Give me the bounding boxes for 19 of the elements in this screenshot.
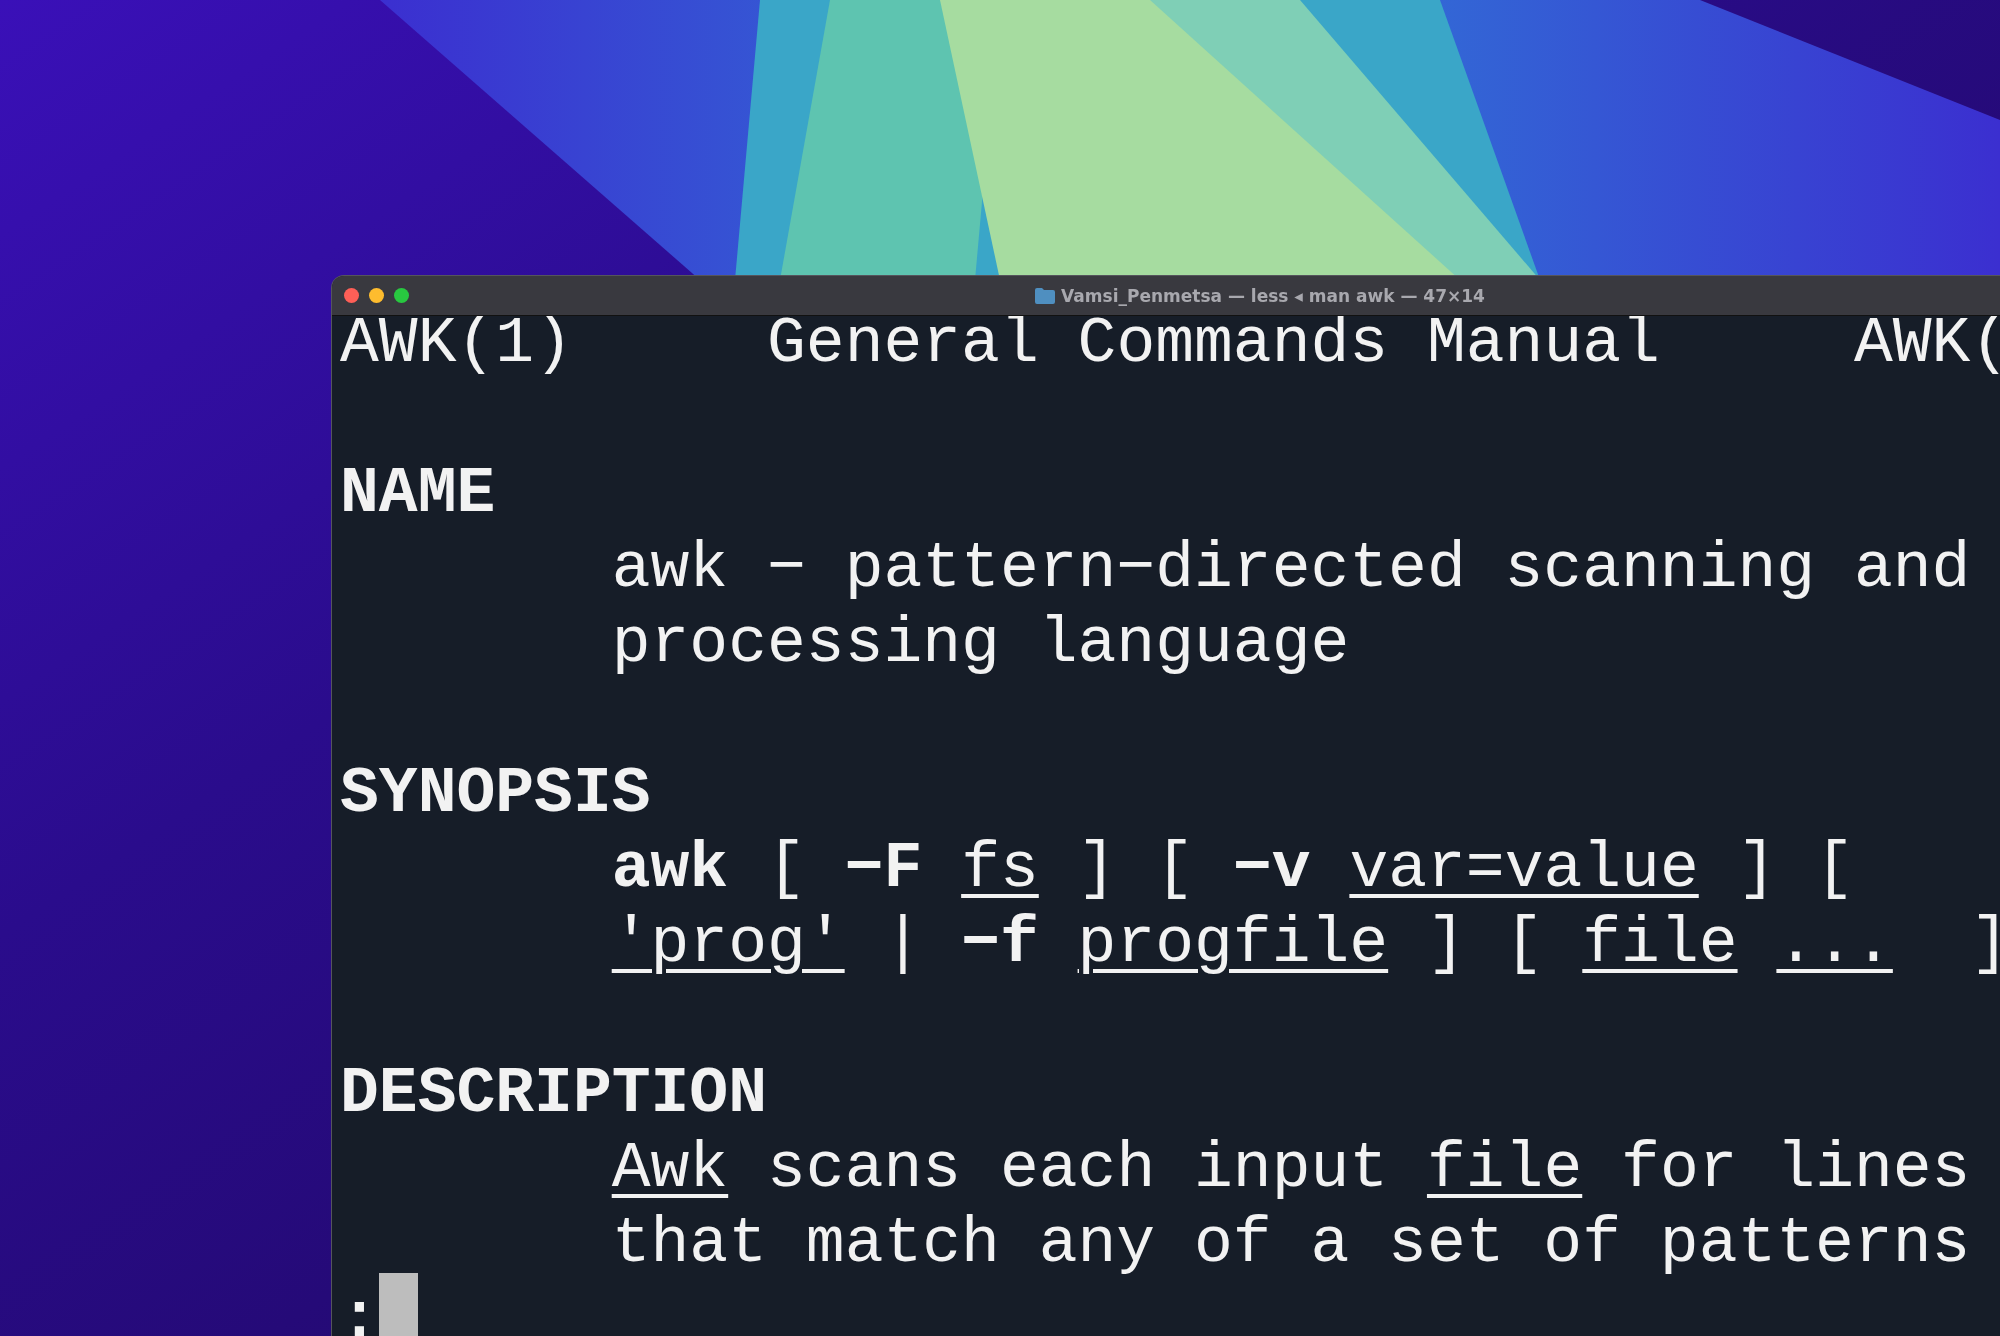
manual-text-line: Awk scans each input file for lines (611, 1131, 1971, 1206)
section-heading: DESCRIPTION (340, 1056, 767, 1131)
zoom-button[interactable] (394, 288, 409, 303)
pager-prompt: : (340, 1281, 379, 1336)
manual-text-line: that match any of a set of patterns (611, 1206, 1971, 1281)
close-button[interactable] (344, 288, 359, 303)
manual-text-line: processing language (611, 606, 1350, 681)
manual-text-line: awk [ −F fs ] [ −v var=value ] [ (611, 831, 1855, 906)
page-header-title: General Commands Manual (767, 306, 1660, 381)
minimize-button[interactable] (369, 288, 384, 303)
section-heading: SYNOPSIS (340, 756, 651, 831)
manual-text-line: awk − pattern−directed scanning and (611, 531, 1971, 606)
section-heading: NAME (340, 456, 496, 531)
page-header-left: AWK(1) (340, 306, 573, 381)
folder-icon (1035, 288, 1056, 304)
page-header-right: AWK( (1853, 306, 2000, 381)
manual-text-line: 'prog' | −f progfile ] [ file ... ] (611, 906, 2000, 981)
text-cursor (378, 1273, 418, 1336)
window-title: Vamsi_Penmetsa — less ◂ man awk — 47×14 (1061, 286, 1485, 306)
